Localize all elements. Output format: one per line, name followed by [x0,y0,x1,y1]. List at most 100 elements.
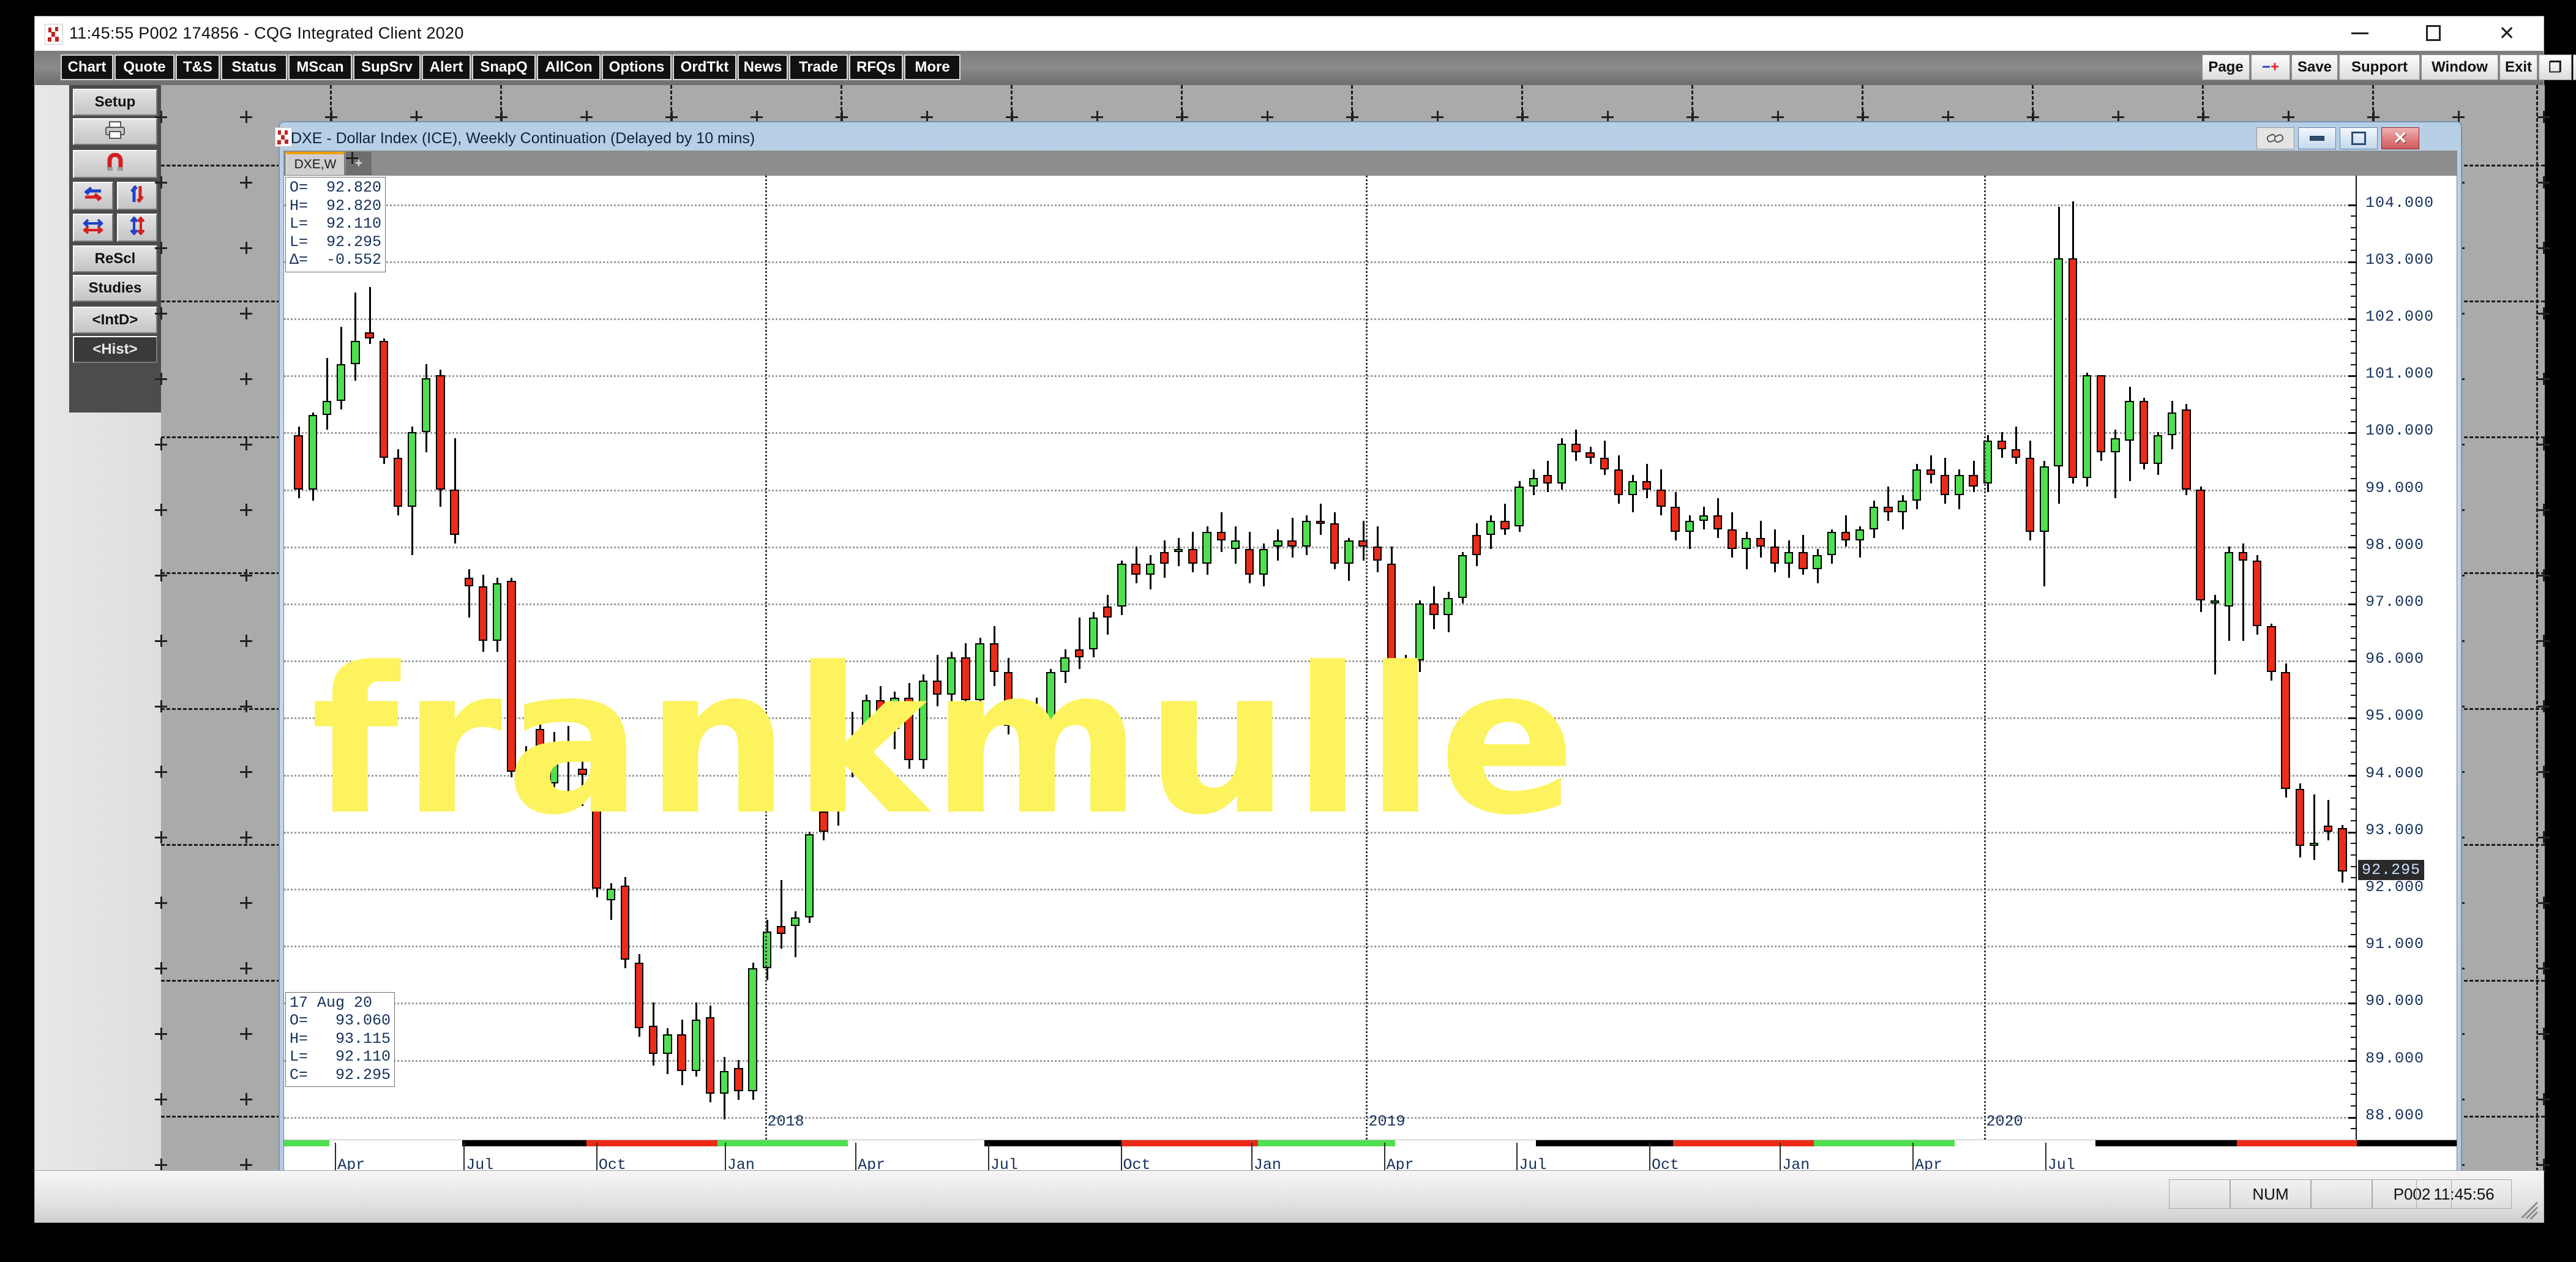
desktop-grid-mark [155,438,167,450]
menu-button-options[interactable]: Options [602,54,672,80]
candle-body [2295,788,2305,846]
chart-window[interactable]: DXE - Dollar Index (ICE), Weekly Continu… [275,122,2462,1201]
menu-button-alert[interactable]: Alert [422,54,471,80]
candle-wick [1078,618,1080,670]
chart-plot-area[interactable]: 2018 2019 2020 frankmulle O= 92.820 H= 92.… [284,176,2357,1140]
minimize-window-button[interactable] [2323,17,2397,50]
status-message [41,1179,2168,1209]
price-axis-minor-tick [2351,991,2357,993]
ohlc-info-top: O= 92.820 H= 92.820 L= 92.110 L= 92.295 … [285,177,386,272]
candle-body [1486,520,1496,536]
chart-close-button[interactable]: ✕ [2381,127,2419,149]
sidebar-printer-icon[interactable] [73,118,157,145]
candlestick-bar [2295,783,2305,857]
price-axis-tick [2348,1003,2357,1005]
menu-button-allcon[interactable]: AllCon [537,54,601,80]
toolbar-button-save[interactable]: Save [2291,54,2338,80]
candlestick-bar [606,883,615,920]
price-axis-minor-tick [2351,1094,2357,1096]
link-chart-icon[interactable] [2256,127,2294,149]
close-window-button[interactable]: ✕ [2470,17,2544,50]
price-axis-tick [2348,1059,2357,1062]
chart-tab-dxe-w[interactable]: DXE,W [286,152,345,175]
chart-tab--[interactable]: + [346,152,372,175]
window-title-bar: 11:45:55 P002 174856 - CQG Integrated Cl… [35,17,2544,51]
desktop-grid-mark [2112,111,2124,123]
menu-button-news[interactable]: News [738,54,788,80]
sidebar-studies[interactable]: Studies [73,275,157,302]
candle-wick [1844,515,1847,547]
candle-body [535,728,544,783]
sidebar-horizontal-arrows-icon[interactable] [73,182,113,210]
price-axis-tick-label: 93.000 [2365,821,2425,839]
toolbar-button-help[interactable]: ? [2573,54,2576,80]
menu-button-snapq[interactable]: SnapQ [472,54,536,80]
candlestick-bar [1628,475,1638,512]
season-segment [1955,1140,2096,1146]
candle-body [1642,480,1652,490]
candlestick-bar [336,326,346,410]
toolbar-button-zoom[interactable]: − + [2251,54,2290,80]
candlestick-bar [1003,657,1013,735]
sidebar-rescl[interactable]: ReScl [73,245,157,272]
candle-body [1202,532,1211,564]
menu-button-trade[interactable]: Trade [789,54,848,80]
menu-button-quote[interactable]: Quote [114,54,174,80]
menu-button-rfqs[interactable]: RFQs [849,54,903,80]
price-axis-minor-tick [2351,1025,2357,1027]
resize-grip[interactable] [2510,1190,2539,1220]
candlestick-bar [1330,512,1339,570]
sidebar-intd[interactable]: <IntD> [73,307,157,334]
price-axis-tick-label: 103.000 [2365,250,2435,269]
menu-button-supsrv[interactable]: SupSrv [353,54,421,80]
candlestick-bar [1557,438,1567,490]
workspace: Setup ReScl Studies <IntD> <Hist> DXE - … [35,85,2550,1201]
chart-window-title: DXE - Dollar Index (ICE), Weekly Continu… [275,127,755,147]
candle-body [975,643,984,701]
candlestick-bar [1955,469,1964,510]
sidebar-hist[interactable]: <Hist> [73,336,157,363]
menu-button-status[interactable]: Status [221,54,287,80]
price-axis-tick-label: 88.000 [2365,1106,2425,1124]
maximize-window-button[interactable] [2397,17,2470,50]
sidebar-setup[interactable]: Setup [73,89,157,116]
chart-canvas[interactable]: 2018 2019 2020 frankmulle O= 92.820 H= 92.… [283,175,2457,1189]
price-axis-minor-tick [2351,980,2357,982]
sidebar-compress-horizontal-icon[interactable] [73,214,113,242]
price-axis-tick [2348,318,2357,320]
candle-wick [1504,503,1507,536]
sidebar-compress-vertical-icon[interactable] [117,214,157,242]
menu-button-ordtkt[interactable]: OrdTkt [673,54,736,80]
candlestick-bar [805,831,814,923]
menu-button-chart[interactable]: Chart [61,54,113,80]
chart-minimize-button[interactable] [2298,127,2336,149]
toolbar-button-tile[interactable]: ❐ [2539,54,2572,80]
candle-body [1529,477,1538,487]
sidebar-magnet-icon[interactable] [73,150,157,178]
toolbar-button-exit[interactable]: Exit [2499,54,2537,80]
price-axis-minor-tick [2351,535,2357,537]
candlestick-bar [1159,540,1169,578]
sidebar-item-label: <Hist> [92,341,138,357]
menu-button-more[interactable]: More [904,54,960,80]
toolbar-button-page[interactable]: Page [2202,54,2250,80]
candle-body [1273,540,1282,547]
chart-restore-button[interactable] [2340,127,2378,149]
candle-body [677,1034,686,1072]
sidebar-vertical-arrows-icon[interactable] [117,182,157,210]
candlestick-bar [1372,526,1382,572]
price-axis-tick [2348,204,2357,206]
candlestick-bar [1103,594,1112,635]
candlestick-bar [1060,649,1069,684]
desktop-grid-mark [2537,438,2550,450]
desktop-grid-mark [155,635,167,647]
chart-gridline [284,375,2357,378]
candle-body [1415,603,1425,661]
magnet-icon [105,152,125,176]
menu-button-t-s[interactable]: T&S [176,54,220,80]
price-axis[interactable]: 104.000 103.000 102.000 101.000 100.000 99.00… [2348,176,2457,1141]
toolbar-button-support[interactable]: Support [2339,54,2420,80]
toolbar-button-window[interactable]: Window [2421,54,2498,80]
menu-button-mscan[interactable]: MScan [288,54,352,80]
desktop-grid-mark [240,831,252,843]
